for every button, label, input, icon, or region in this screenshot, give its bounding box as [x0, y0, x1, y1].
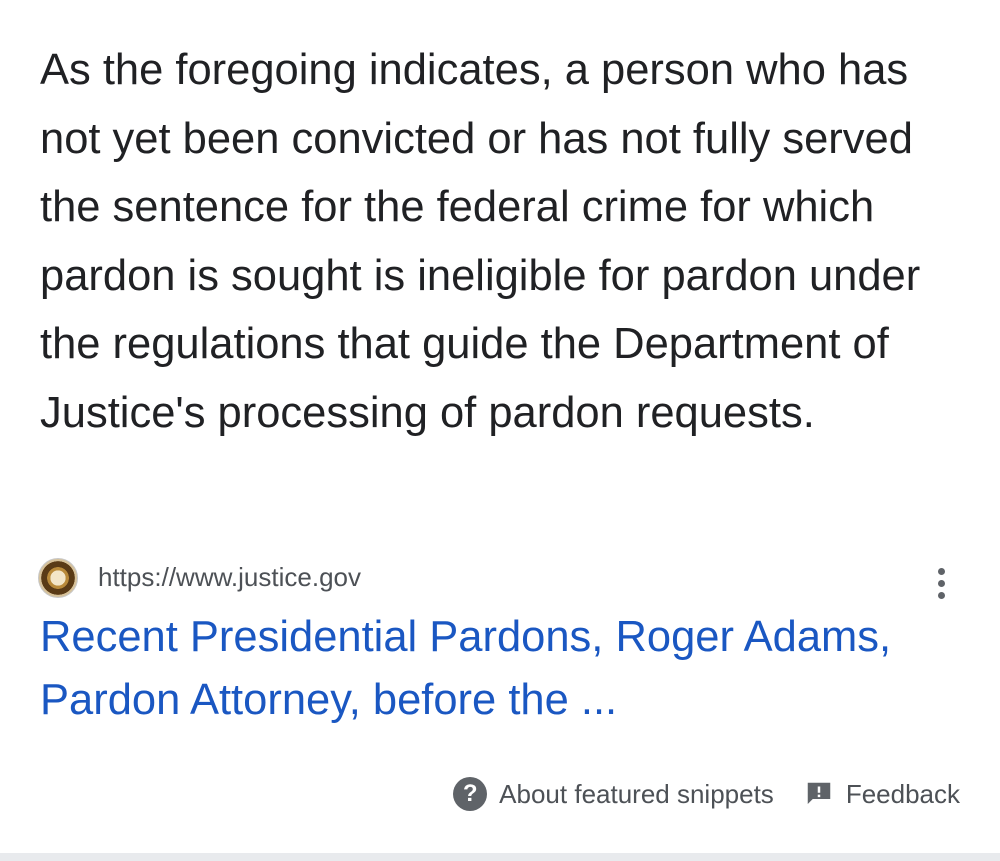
about-featured-snippets-button[interactable]: ? About featured snippets	[453, 777, 774, 811]
bottom-divider	[0, 853, 1000, 861]
doj-seal-icon[interactable]	[38, 558, 78, 598]
more-options-button[interactable]	[934, 568, 948, 602]
help-icon: ?	[453, 777, 488, 811]
feedback-icon	[804, 779, 834, 809]
source-row: https://www.justice.gov	[38, 556, 968, 600]
more-vert-icon	[937, 568, 945, 575]
more-vert-dot	[937, 592, 945, 599]
more-vert-dot	[937, 580, 945, 587]
source-url[interactable]: https://www.justice.gov	[98, 560, 361, 594]
result-title-link[interactable]: Recent Presidential Pardons, Roger Adams…	[40, 606, 940, 732]
about-featured-snippets-label: About featured snippets	[499, 778, 774, 809]
featured-snippet-text: As the foregoing indicates, a person who…	[40, 46, 921, 437]
feedback-button[interactable]: Feedback	[804, 779, 960, 810]
feedback-label: Feedback	[845, 778, 960, 809]
snippet-footer: ? About featured snippets Feedback	[453, 772, 960, 816]
